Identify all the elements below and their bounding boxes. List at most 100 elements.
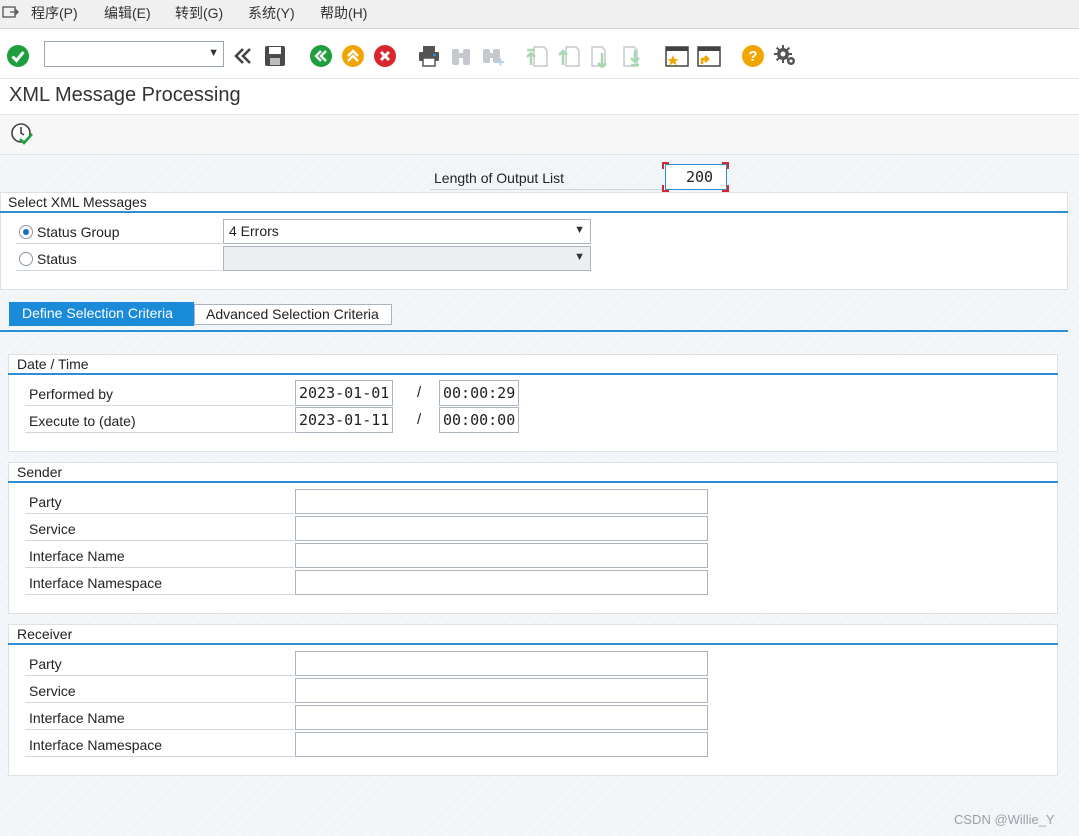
sender-service-input[interactable] bbox=[295, 516, 708, 541]
status-select[interactable]: ▼ bbox=[223, 246, 591, 271]
focus-corner bbox=[727, 162, 729, 169]
shortcut-icon[interactable] bbox=[697, 43, 721, 69]
sender-interface-namespace-label: Interface Namespace bbox=[29, 575, 163, 591]
select-messages-title: Select XML Messages bbox=[8, 194, 147, 210]
execute-date-value: 2023-01-11 bbox=[299, 411, 390, 429]
menu-system[interactable]: 系统(Y) bbox=[248, 3, 295, 23]
tab-advanced-selection-criteria[interactable]: Advanced Selection Criteria bbox=[194, 304, 392, 325]
chevron-down-icon: ▼ bbox=[208, 47, 219, 59]
focus-corner bbox=[662, 185, 664, 192]
sender-title: Sender bbox=[17, 464, 63, 480]
date-time-section bbox=[8, 354, 1058, 452]
label-underline bbox=[25, 729, 294, 730]
chevron-down-icon: ▼ bbox=[574, 251, 585, 263]
menu-program[interactable]: 程序(P) bbox=[31, 3, 78, 23]
section-rule bbox=[0, 211, 1068, 213]
execute-time-input[interactable]: 00:00:00 bbox=[439, 407, 519, 433]
label-underline bbox=[25, 405, 294, 406]
focus-corner bbox=[662, 162, 664, 169]
execute-time-value: 00:00:00 bbox=[443, 411, 516, 429]
receiver-service-label: Service bbox=[29, 683, 76, 699]
help-icon[interactable]: ? bbox=[741, 43, 765, 69]
menu-goto[interactable]: 转到(G) bbox=[175, 3, 223, 23]
receiver-interface-name-input[interactable] bbox=[295, 705, 708, 730]
receiver-interface-namespace-label: Interface Namespace bbox=[29, 737, 163, 753]
section-rule bbox=[8, 373, 1058, 375]
first-page-icon bbox=[525, 43, 549, 69]
print-icon[interactable] bbox=[417, 43, 441, 69]
receiver-title: Receiver bbox=[17, 626, 73, 642]
receiver-interface-name-label: Interface Name bbox=[29, 710, 125, 726]
menu-bar bbox=[0, 0, 1079, 29]
receiver-interface-namespace-input[interactable] bbox=[295, 732, 708, 757]
execute-icon[interactable] bbox=[10, 122, 34, 146]
back-icon[interactable] bbox=[309, 43, 333, 69]
label-underline bbox=[25, 567, 294, 568]
menu-edit[interactable]: 编辑(E) bbox=[104, 3, 151, 23]
performed-time-input[interactable]: 00:00:29 bbox=[439, 380, 519, 406]
date-time-separator: / bbox=[417, 384, 422, 401]
status-radio[interactable] bbox=[19, 252, 33, 266]
create-session-icon[interactable] bbox=[665, 43, 689, 69]
section-rule bbox=[8, 643, 1058, 645]
execute-to-label: Execute to (date) bbox=[29, 413, 136, 429]
label-underline bbox=[25, 756, 294, 757]
focus-corner bbox=[727, 185, 729, 192]
performed-by-label: Performed by bbox=[29, 386, 114, 402]
label-underline bbox=[25, 594, 294, 595]
performed-time-value: 00:00:29 bbox=[443, 384, 516, 402]
previous-page-icon bbox=[557, 43, 581, 69]
find-next-icon bbox=[481, 43, 505, 69]
receiver-service-input[interactable] bbox=[295, 678, 708, 703]
settings-icon[interactable] bbox=[773, 43, 797, 69]
label-underline bbox=[25, 432, 294, 433]
execute-date-input[interactable]: 2023-01-11 bbox=[295, 407, 393, 433]
page-title: XML Message Processing bbox=[9, 84, 241, 106]
exit-icon[interactable] bbox=[341, 43, 365, 69]
status-group-select[interactable]: 4 Errors ▼ bbox=[223, 219, 591, 244]
status-group-radio[interactable] bbox=[19, 225, 33, 239]
label-underline bbox=[25, 702, 294, 703]
sender-interface-namespace-input[interactable] bbox=[295, 570, 708, 595]
status-label: Status bbox=[37, 251, 77, 267]
watermark: CSDN @Willie_Y bbox=[954, 812, 1055, 827]
chevron-down-icon: ▼ bbox=[574, 224, 585, 236]
output-length-value: 200 bbox=[686, 168, 714, 186]
sender-party-input[interactable] bbox=[295, 489, 708, 514]
label-underline bbox=[25, 513, 294, 514]
label-underline bbox=[25, 675, 294, 676]
label-underline bbox=[16, 243, 222, 244]
receiver-party-label: Party bbox=[29, 656, 62, 672]
find-icon bbox=[449, 43, 473, 69]
sender-interface-name-input[interactable] bbox=[295, 543, 708, 568]
cancel-icon[interactable] bbox=[373, 43, 397, 69]
performed-date-value: 2023-01-01 bbox=[299, 384, 390, 402]
last-page-icon bbox=[621, 43, 645, 69]
svg-text:?: ? bbox=[748, 48, 757, 65]
menu-help[interactable]: 帮助(H) bbox=[320, 3, 367, 23]
label-underline bbox=[16, 270, 222, 271]
sender-interface-name-label: Interface Name bbox=[29, 548, 125, 564]
next-page-icon bbox=[589, 43, 613, 69]
performed-date-input[interactable]: 2023-01-01 bbox=[295, 380, 393, 406]
enter-icon[interactable] bbox=[6, 43, 30, 69]
tab-strip-rule bbox=[0, 330, 1068, 332]
section-rule bbox=[8, 481, 1058, 483]
command-field[interactable]: ▼ bbox=[44, 41, 224, 67]
receiver-party-input[interactable] bbox=[295, 651, 708, 676]
label-underline bbox=[25, 540, 294, 541]
status-group-value: 4 Errors bbox=[229, 223, 279, 239]
output-length-input[interactable]: 200 bbox=[665, 164, 727, 190]
menu-icon[interactable] bbox=[2, 4, 19, 20]
output-length-label: Length of Output List bbox=[434, 170, 564, 186]
back-double-icon[interactable] bbox=[231, 43, 255, 69]
sender-service-label: Service bbox=[29, 521, 76, 537]
tab-define-selection-criteria[interactable]: Define Selection Criteria bbox=[9, 302, 194, 326]
save-icon[interactable] bbox=[263, 43, 287, 69]
application-toolbar bbox=[0, 115, 1079, 155]
output-length-underline bbox=[430, 189, 662, 190]
status-group-label: Status Group bbox=[37, 224, 120, 240]
date-time-separator: / bbox=[417, 411, 422, 428]
sender-party-label: Party bbox=[29, 494, 62, 510]
date-time-title: Date / Time bbox=[17, 356, 89, 372]
